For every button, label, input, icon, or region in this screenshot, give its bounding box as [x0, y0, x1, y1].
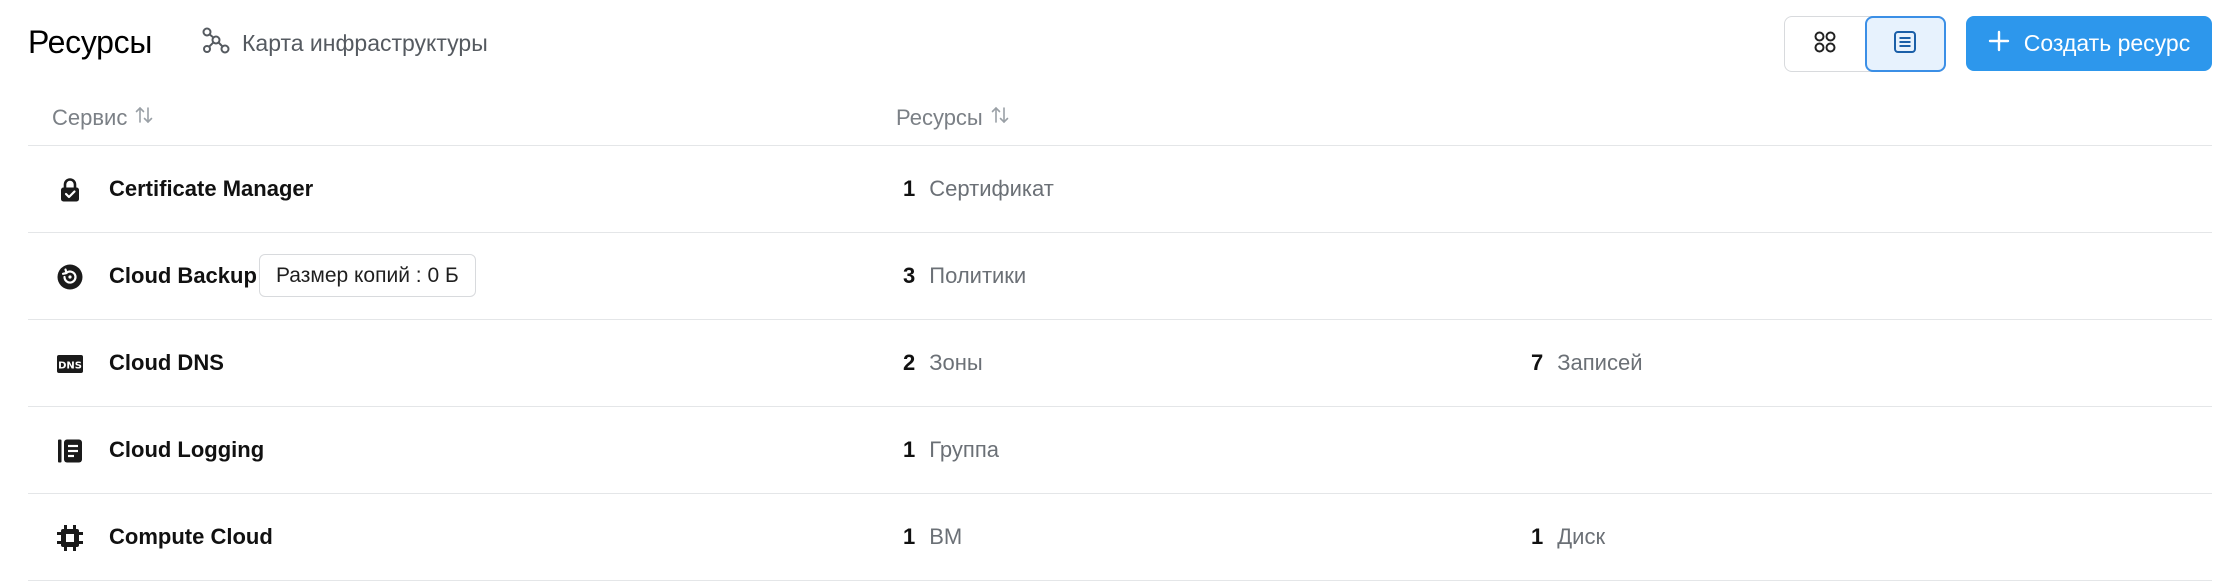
- resource-count: 1 Группа: [903, 435, 999, 465]
- table-header: Сервис Ресурсы: [28, 96, 2212, 146]
- chip-icon: [56, 524, 84, 552]
- service-name: Cloud Logging: [109, 437, 265, 462]
- infrastructure-map-link[interactable]: Карта инфраструктуры: [200, 24, 488, 62]
- service-name: Cloud Backup: [109, 263, 257, 288]
- sort-icon: [133, 104, 155, 132]
- resource-count-value: 3: [903, 263, 916, 288]
- backup-size-badge: Размер копий : 0 Б: [259, 254, 476, 297]
- column-header-label: Сервис: [52, 105, 128, 130]
- graph-icon: [200, 25, 230, 61]
- resource-count-unit: Политики: [929, 263, 1027, 288]
- view-mode-toggle: [1784, 16, 1946, 72]
- resource-count: 1 Диск: [1531, 522, 1605, 552]
- column-header-label: Ресурсы: [896, 105, 983, 130]
- create-resource-button[interactable]: Создать ресурс: [1966, 16, 2212, 71]
- resource-count-value: 1: [903, 524, 916, 549]
- service-name: Compute Cloud: [109, 524, 273, 549]
- plus-icon: [1988, 30, 2010, 58]
- page-header: Ресурсы Карта инфраструктуры Создать рес…: [0, 0, 2240, 86]
- resource-count-value: 1: [903, 437, 916, 462]
- service-name: Cloud DNS: [109, 350, 224, 375]
- lock-icon: [56, 176, 84, 204]
- service-name: Certificate Manager: [109, 176, 314, 201]
- resource-count-unit: ВМ: [929, 524, 963, 549]
- resource-count: 1 Сертификат: [903, 174, 1054, 204]
- resource-count-unit: Зоны: [929, 350, 983, 375]
- resource-count-unit: Группа: [929, 437, 999, 462]
- grid-icon: [1812, 29, 1838, 60]
- table-row[interactable]: Certificate Manager 1 Сертификат: [28, 146, 2212, 233]
- table-row[interactable]: Cloud Backup Размер копий : 0 Б 3 Полити…: [28, 233, 2212, 320]
- page-title: Ресурсы: [28, 24, 153, 60]
- backup-icon: [56, 263, 84, 291]
- resource-count-unit: Диск: [1557, 524, 1606, 549]
- sort-icon: [989, 104, 1011, 132]
- resource-count: 3 Политики: [903, 261, 1026, 291]
- create-resource-label: Создать ресурс: [2023, 30, 2191, 56]
- table-row[interactable]: Cloud Logging 1 Группа: [28, 407, 2212, 494]
- column-header-resources[interactable]: Ресурсы: [896, 104, 1011, 132]
- resource-count-value: 1: [1531, 524, 1544, 549]
- resource-count-unit: Записей: [1557, 350, 1643, 375]
- logging-icon: [56, 437, 84, 465]
- dns-icon: DNS: [56, 350, 84, 378]
- list-icon: [1892, 29, 1918, 60]
- resource-count-unit: Сертификат: [929, 176, 1054, 201]
- infrastructure-map-label: Карта инфраструктуры: [242, 29, 488, 56]
- resource-count: 1 ВМ: [903, 522, 962, 552]
- svg-text:DNS: DNS: [58, 361, 82, 372]
- resource-count: 2 Зоны: [903, 348, 983, 378]
- resource-count-value: 7: [1531, 350, 1544, 375]
- list-view-button[interactable]: [1864, 16, 1946, 72]
- resource-count-value: 2: [903, 350, 916, 375]
- resource-count: 7 Записей: [1531, 348, 1643, 378]
- grid-view-button[interactable]: [1785, 17, 1865, 71]
- resource-count-value: 1: [903, 176, 916, 201]
- resources-table: Сервис Ресурсы Certificate Manager 1 Сер…: [28, 96, 2212, 581]
- column-header-service[interactable]: Сервис: [52, 104, 155, 132]
- table-row[interactable]: Compute Cloud 1 ВМ 1 Диск: [28, 494, 2212, 581]
- table-row[interactable]: DNS Cloud DNS 2 Зоны 7 Записей: [28, 320, 2212, 407]
